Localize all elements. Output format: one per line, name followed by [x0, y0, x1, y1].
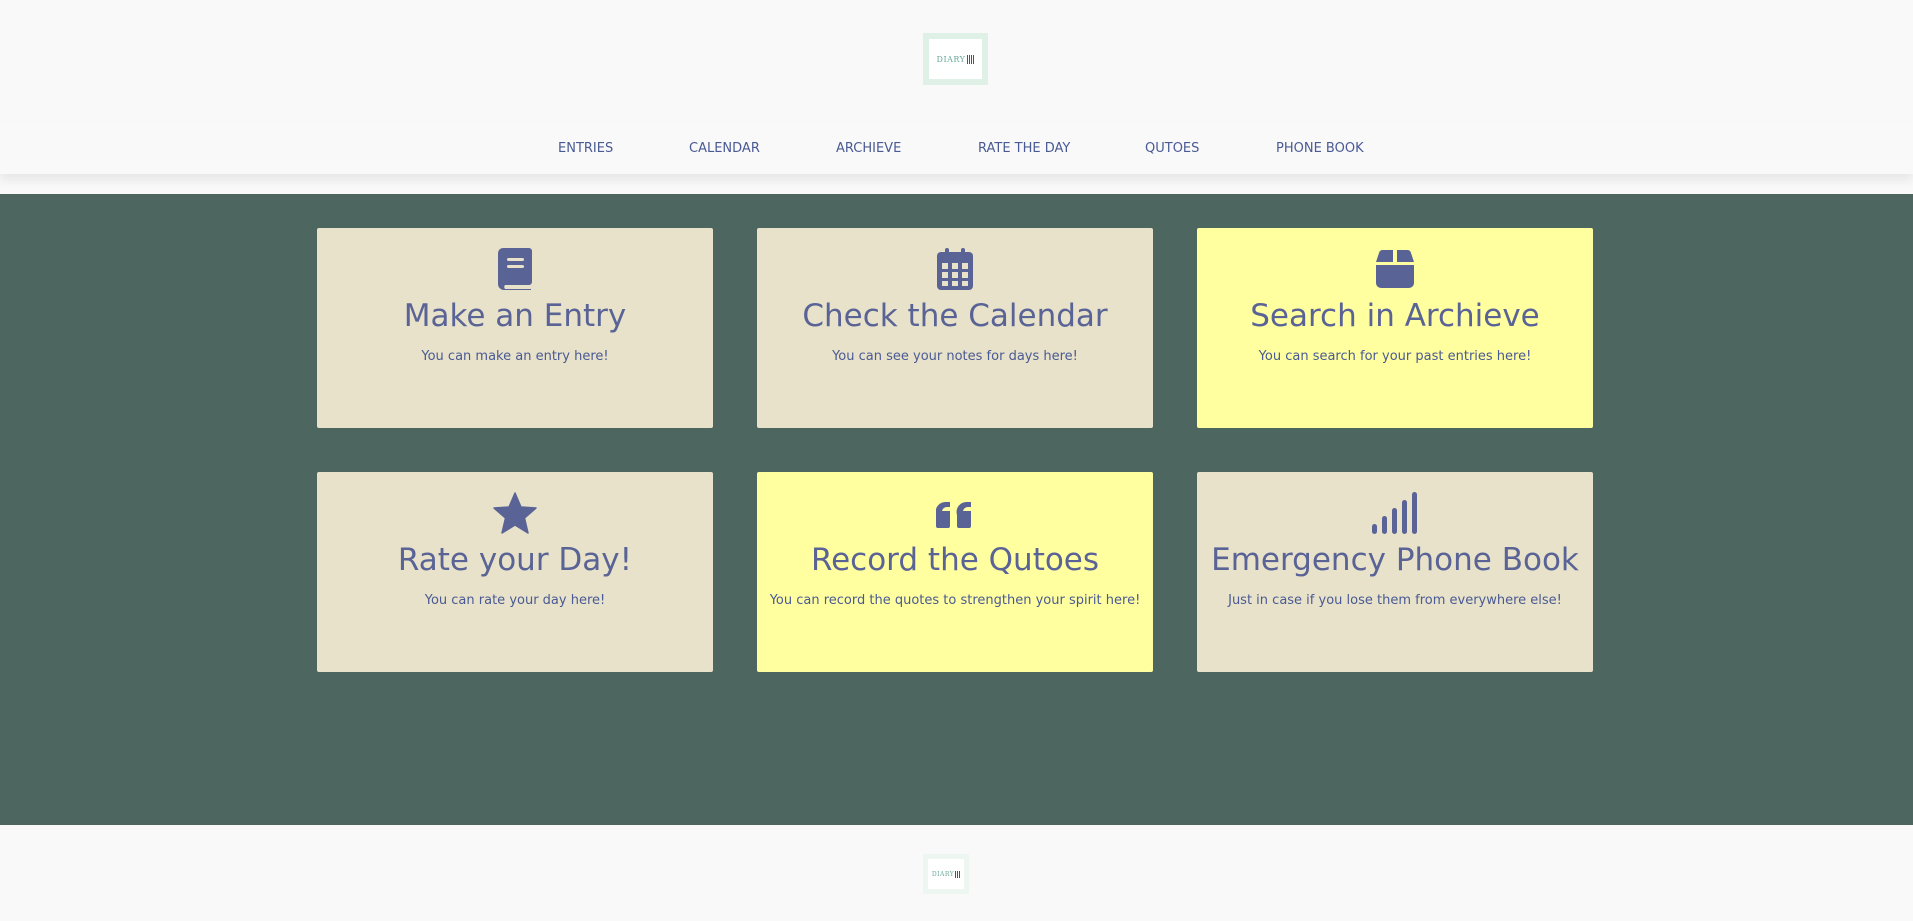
quote-icon	[757, 492, 1153, 534]
card-search-archieve[interactable]: Search in Archieve You can search for yo…	[1197, 228, 1593, 428]
footer-diary-logo[interactable]: DIARY	[923, 854, 969, 894]
site-footer: DIARY	[0, 825, 1913, 921]
signal-icon	[1197, 492, 1593, 534]
nav-item-rate-the-day[interactable]: RATE THE DAY	[978, 122, 1070, 174]
card-title: Search in Archieve	[1250, 298, 1540, 334]
card-title: Make an Entry	[403, 298, 627, 334]
card-title: Record the Qutoes	[810, 542, 1100, 578]
logo-text: DIARY	[936, 54, 966, 64]
star-icon	[317, 492, 713, 534]
barcode-icon	[967, 54, 975, 64]
card-check-calendar[interactable]: Check the Calendar You can see your note…	[757, 228, 1153, 428]
card-description: You can see your notes for days here!	[832, 349, 1078, 364]
card-description: You can make an entry here!	[421, 349, 609, 364]
card-description: You can rate your day here!	[424, 593, 606, 608]
calendar-icon	[757, 248, 1153, 290]
nav-item-qutoes[interactable]: QUTOES	[1145, 122, 1199, 174]
card-title: Check the Calendar	[802, 298, 1108, 334]
nav-item-archieve[interactable]: ARCHIEVE	[836, 122, 901, 174]
main-content: Make an Entry You can make an entry here…	[0, 194, 1913, 825]
site-header: DIARY	[0, 0, 1913, 122]
card-rate-day[interactable]: Rate your Day! You can rate your day her…	[317, 472, 713, 672]
card-title: Rate your Day!	[397, 542, 633, 578]
nav-item-calendar[interactable]: CALENDAR	[689, 122, 760, 174]
archive-box-icon	[1197, 248, 1593, 290]
diary-logo[interactable]: DIARY	[923, 33, 988, 85]
card-make-entry[interactable]: Make an Entry You can make an entry here…	[317, 228, 713, 428]
header-spacer	[0, 174, 1913, 194]
card-title: Emergency Phone Book	[1211, 542, 1579, 578]
card-description: You can search for your past entries her…	[1258, 349, 1532, 364]
card-description: You can record the quotes to strengthen …	[769, 593, 1141, 608]
nav-item-entries[interactable]: ENTRIES	[558, 122, 613, 174]
barcode-icon	[955, 870, 961, 878]
book-icon	[317, 248, 713, 290]
card-emergency-phone-book[interactable]: Emergency Phone Book Just in case if you…	[1197, 472, 1593, 672]
card-record-qutoes[interactable]: Record the Qutoes You can record the quo…	[757, 472, 1153, 672]
nav-item-phone-book[interactable]: PHONE BOOK	[1276, 122, 1364, 174]
main-navigation: ENTRIES CALENDAR ARCHIEVE RATE THE DAY Q…	[0, 122, 1913, 174]
footer-logo-text: DIARY	[931, 870, 955, 878]
card-description: Just in case if you lose them from every…	[1228, 593, 1562, 608]
